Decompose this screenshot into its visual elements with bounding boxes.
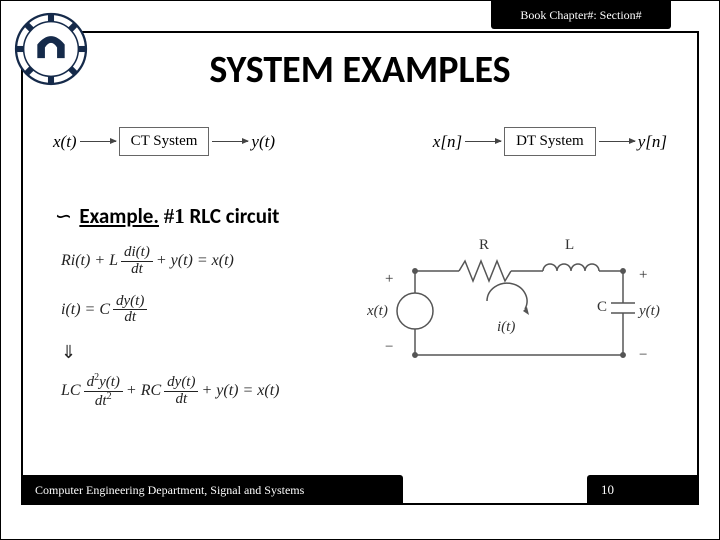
slide-title: SYSTEM EXAMPLES xyxy=(23,47,697,93)
denominator: dt xyxy=(121,310,139,326)
ct-box: CT System xyxy=(119,127,210,156)
page-number: 10 xyxy=(601,482,614,498)
example-heading: ∽ Example. #1 RLC circuit xyxy=(53,203,279,229)
chapter-label: Book Chapter#: Section# xyxy=(520,8,641,23)
rlc-circuit-diagram: R L C x(t) y(t) i(t) + − + − xyxy=(367,231,667,391)
eq-text: + RC xyxy=(126,382,161,400)
dt-input: x[n] xyxy=(433,132,462,152)
eq-text: + y(t) = x(t) xyxy=(201,382,279,400)
plus-label: + xyxy=(385,271,393,287)
arrow-icon xyxy=(80,141,116,142)
denominator: dt xyxy=(128,262,146,278)
arrow-icon xyxy=(212,141,248,142)
eq-text: d xyxy=(87,374,95,390)
r-label: R xyxy=(479,237,489,253)
minus-label: − xyxy=(639,347,647,363)
systems-row: x(t) CT System y(t) x[n] DT System y[n] xyxy=(53,127,667,156)
ct-output: y(t) xyxy=(251,132,275,152)
dept-label: Computer Engineering Department, Signal … xyxy=(35,483,304,498)
example-label: Example. xyxy=(79,203,159,229)
eq-text: + y(t) = x(t) xyxy=(156,252,234,270)
dt-system-block: x[n] DT System y[n] xyxy=(433,127,667,156)
dt-output: y[n] xyxy=(638,132,667,152)
equation-2: i(t) = C dy(t) dt xyxy=(61,294,331,327)
numerator: dy(t) xyxy=(164,375,198,392)
numerator: d2y(t) xyxy=(84,373,123,392)
x-label: x(t) xyxy=(367,303,388,319)
arrow-icon xyxy=(599,141,635,142)
fraction: dy(t) dt xyxy=(113,294,147,327)
bullet-icon: ∽ xyxy=(53,204,71,229)
footer-dept: Computer Engineering Department, Signal … xyxy=(23,475,403,505)
implies-icon: ⇓ xyxy=(61,342,331,363)
ct-input: x(t) xyxy=(53,132,77,152)
l-label: L xyxy=(565,237,574,253)
equation-1: Ri(t) + L di(t) dt + y(t) = x(t) xyxy=(61,245,331,278)
eq-text: i(t) = C xyxy=(61,301,110,319)
denominator: dt2 xyxy=(92,392,115,410)
c-label: C xyxy=(597,299,607,315)
eq-text: y(t) xyxy=(99,374,120,390)
footer-page: 10 xyxy=(587,475,697,505)
arrow-icon xyxy=(465,141,501,142)
example-number: #1 xyxy=(164,204,185,228)
i-label: i(t) xyxy=(497,319,515,335)
numerator: dy(t) xyxy=(113,294,147,311)
plus-label: + xyxy=(639,267,647,283)
superscript: 2 xyxy=(107,391,112,402)
equation-3: LC d2y(t) dt2 + RC dy(t) dt + y(t) = x(t… xyxy=(61,373,331,410)
fraction: d2y(t) dt2 xyxy=(84,373,123,410)
dt-box: DT System xyxy=(504,127,596,156)
numerator: di(t) xyxy=(121,245,153,262)
example-name: RLC circuit xyxy=(189,203,279,229)
fraction: di(t) dt xyxy=(121,245,153,278)
chapter-tab: Book Chapter#: Section# xyxy=(491,1,671,29)
minus-label: − xyxy=(385,339,393,355)
eq-text: LC xyxy=(61,382,81,400)
content-frame: SYSTEM EXAMPLES x(t) CT System y(t) x[n]… xyxy=(21,31,699,505)
ct-system-block: x(t) CT System y(t) xyxy=(53,127,275,156)
eq-text: dt xyxy=(95,393,107,409)
denominator: dt xyxy=(172,392,190,408)
slide: Book Chapter#: Section# xyxy=(0,0,720,540)
y-label: y(t) xyxy=(637,303,660,319)
equations: Ri(t) + L di(t) dt + y(t) = x(t) i(t) = … xyxy=(61,245,331,426)
eq-text: Ri(t) + L xyxy=(61,252,118,270)
fraction: dy(t) dt xyxy=(164,375,198,408)
